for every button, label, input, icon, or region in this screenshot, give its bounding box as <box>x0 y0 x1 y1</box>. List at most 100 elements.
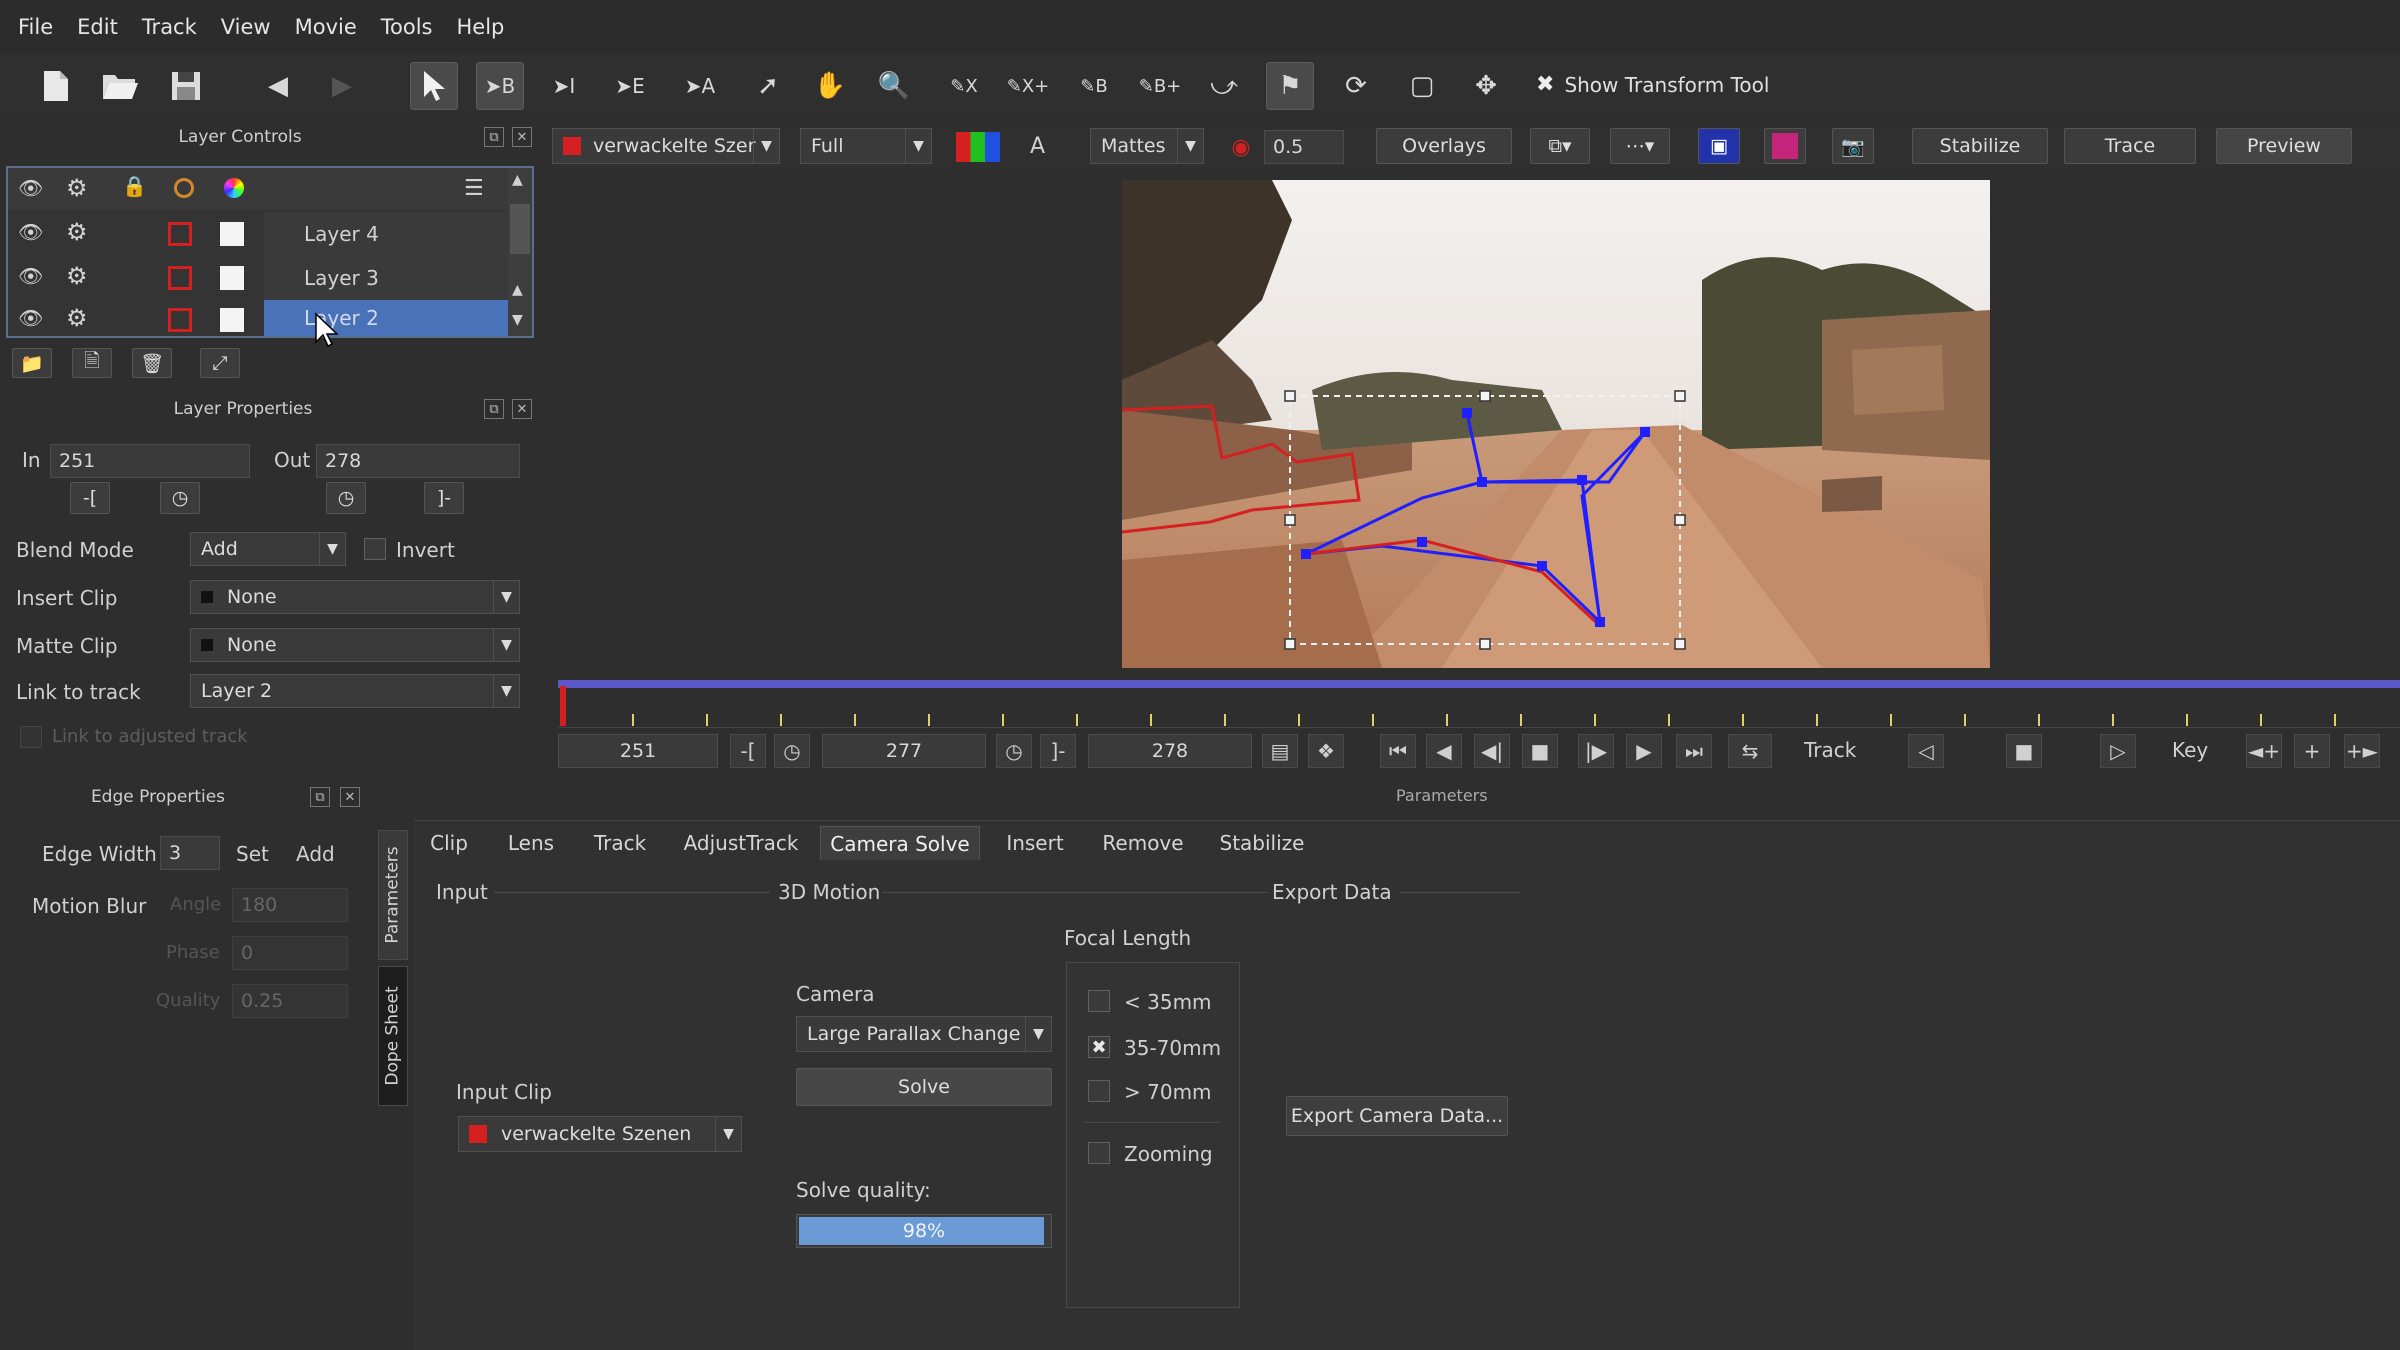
overlay-options-icon[interactable]: ⧉▾ <box>1530 128 1590 164</box>
float-panel-icon[interactable]: ⧉ <box>484 127 504 147</box>
feather-tool-icon[interactable]: ⚑ <box>1266 62 1314 110</box>
edge-set-button[interactable]: Set <box>236 842 269 866</box>
set-out-point-icon[interactable]: ]- <box>424 482 464 514</box>
current-frame-field[interactable]: 277 <box>822 734 986 768</box>
tab-camera-solve[interactable]: Camera Solve <box>820 826 980 860</box>
gear-icon[interactable]: ⚙ <box>66 218 88 246</box>
add-key-icon[interactable]: + <box>2294 734 2330 768</box>
stabilize-button[interactable]: Stabilize <box>1912 128 2048 164</box>
start-frame-field[interactable]: 251 <box>558 734 718 768</box>
layer-row-selected[interactable]: 👁 ⚙ Layer 2 <box>8 300 508 336</box>
stop-icon[interactable]: ■ <box>1522 734 1558 768</box>
track-backward-icon[interactable]: ◁ <box>1908 734 1944 768</box>
close-panel-icon[interactable]: ✕ <box>512 399 532 419</box>
visibility-eye-icon[interactable]: 👁 <box>18 306 43 330</box>
layer-row[interactable]: 👁 ⚙ Layer 4 <box>8 212 508 256</box>
scroll-up-icon[interactable]: ▲ <box>512 172 523 188</box>
new-file-icon[interactable] <box>32 62 80 110</box>
input-clip-dropdown[interactable]: verwackelte Szenen ▼ <box>458 1116 742 1152</box>
scale-icon[interactable]: ▢ <box>1398 62 1446 110</box>
resolution-dropdown[interactable]: Full ▼ <box>800 128 932 164</box>
layer-scrollbar[interactable]: ▲ ▲ ▼ <box>508 168 532 336</box>
layer-matte-swatch[interactable] <box>220 308 244 332</box>
select-edge-icon[interactable]: ➤ E <box>606 62 654 110</box>
play-forward-icon[interactable]: ▶ <box>1626 734 1662 768</box>
preview-button[interactable]: Preview <box>2216 128 2352 164</box>
menu-movie[interactable]: Movie <box>295 15 357 39</box>
go-first-frame-icon[interactable]: ⏮ <box>1380 734 1416 768</box>
layer-color-swatch[interactable] <box>168 222 192 246</box>
step-forward-icon[interactable]: |▶ <box>1578 734 1614 768</box>
trace-button[interactable]: Trace <box>2064 128 2196 164</box>
delete-layer-icon[interactable]: 🗑 <box>132 348 172 378</box>
insert-clip-dropdown[interactable]: None ▼ <box>190 580 520 614</box>
menu-track[interactable]: Track <box>142 15 197 39</box>
layer-menu-icon[interactable]: ☰ <box>464 176 484 201</box>
select-points-icon[interactable]: ➤ I <box>540 62 588 110</box>
scroll-up-icon[interactable]: ▲ <box>512 282 523 298</box>
menu-tools[interactable]: Tools <box>381 15 433 39</box>
select-bezier-icon[interactable]: ➤ B <box>476 62 524 110</box>
alpha-channel-button[interactable]: A <box>1030 134 1045 159</box>
visibility-eye-icon[interactable]: 👁 <box>18 176 43 200</box>
magenta-matte-icon[interactable] <box>1764 128 1806 164</box>
layer-matte-swatch[interactable] <box>220 222 244 246</box>
transform-box-icon[interactable]: ▣ <box>1698 128 1740 164</box>
scroll-thumb[interactable] <box>510 204 530 254</box>
invert-checkbox[interactable] <box>364 538 386 560</box>
zoom-icon[interactable]: 🔍 <box>870 62 918 110</box>
new-layer-icon[interactable]: 🗎 <box>72 348 112 378</box>
lock-icon[interactable]: 🔒 <box>122 174 147 198</box>
clip-selector-dropdown[interactable]: verwackelte Szer ▼ <box>552 128 780 164</box>
link-to-track-dropdown[interactable]: Layer 2 ▼ <box>190 674 520 708</box>
rotate-icon[interactable]: ⟳ <box>1332 62 1380 110</box>
angle-field[interactable]: 180 <box>232 888 348 922</box>
show-transform-toggle[interactable]: ✖ Show Transform Tool <box>1536 72 1769 97</box>
add-point-icon[interactable]: ➚ <box>744 62 792 110</box>
video-viewer[interactable] <box>1122 180 1990 668</box>
menu-edit[interactable]: Edit <box>77 15 118 39</box>
tab-stabilize[interactable]: Stabilize <box>1210 826 1314 860</box>
play-backward-icon[interactable]: ◀ <box>1426 734 1462 768</box>
tab-clip[interactable]: Clip <box>414 826 484 860</box>
overlays-button[interactable]: Overlays <box>1376 128 1512 164</box>
side-tab-dope-sheet[interactable]: Dope Sheet <box>378 966 408 1106</box>
tab-lens[interactable]: Lens <box>496 826 566 860</box>
redo-icon[interactable]: ▶ <box>318 62 366 110</box>
step-back-icon[interactable]: ◀| <box>1474 734 1510 768</box>
draw-b-plus-icon[interactable]: ✎ B+ <box>1136 62 1184 110</box>
new-layer-folder-icon[interactable]: 📁 <box>12 348 52 378</box>
snapshot-icon[interactable]: 📷 <box>1832 128 1874 164</box>
float-panel-icon[interactable]: ⧉ <box>484 399 504 419</box>
menu-file[interactable]: File <box>18 15 53 39</box>
opacity-field[interactable]: 0.5 <box>1264 130 1344 164</box>
tab-adjusttrack[interactable]: AdjustTrack <box>674 826 808 860</box>
set-start-icon[interactable]: -[ <box>730 734 766 768</box>
next-key-icon[interactable]: +► <box>2344 734 2380 768</box>
prev-key-icon[interactable]: ◄+ <box>2246 734 2282 768</box>
menu-help[interactable]: Help <box>457 15 505 39</box>
end-frame-field[interactable]: 278 <box>1088 734 1252 768</box>
solve-button[interactable]: Solve <box>796 1068 1052 1106</box>
export-camera-data-button[interactable]: Export Camera Data... <box>1286 1096 1508 1136</box>
tab-remove[interactable]: Remove <box>1096 826 1190 860</box>
color-circle-icon[interactable] <box>174 178 194 198</box>
select-all-icon[interactable]: ➤ A <box>676 62 724 110</box>
in-point-field[interactable]: 251 <box>50 444 250 478</box>
close-panel-icon[interactable]: ✕ <box>340 787 360 807</box>
bounce-icon[interactable]: ❖ <box>1308 734 1344 768</box>
track-stop-icon[interactable]: ■ <box>2006 734 2042 768</box>
menu-view[interactable]: View <box>221 15 271 39</box>
gear-icon[interactable]: ⚙ <box>66 262 88 290</box>
layer-color-swatch[interactable] <box>168 308 192 332</box>
close-panel-icon[interactable]: ✕ <box>512 127 532 147</box>
onion-skin-icon[interactable]: ◉ <box>1224 132 1258 162</box>
edge-width-field[interactable]: 3 <box>160 836 220 870</box>
link-adjusted-checkbox[interactable] <box>20 726 42 748</box>
track-forward-icon[interactable]: ▷ <box>2100 734 2136 768</box>
save-icon[interactable] <box>162 62 210 110</box>
undo-icon[interactable]: ◀ <box>254 62 302 110</box>
loop-range-icon[interactable]: ▤ <box>1262 734 1298 768</box>
timeline-range-bar[interactable] <box>558 680 2400 688</box>
go-start-icon[interactable]: ◷ <box>774 734 810 768</box>
